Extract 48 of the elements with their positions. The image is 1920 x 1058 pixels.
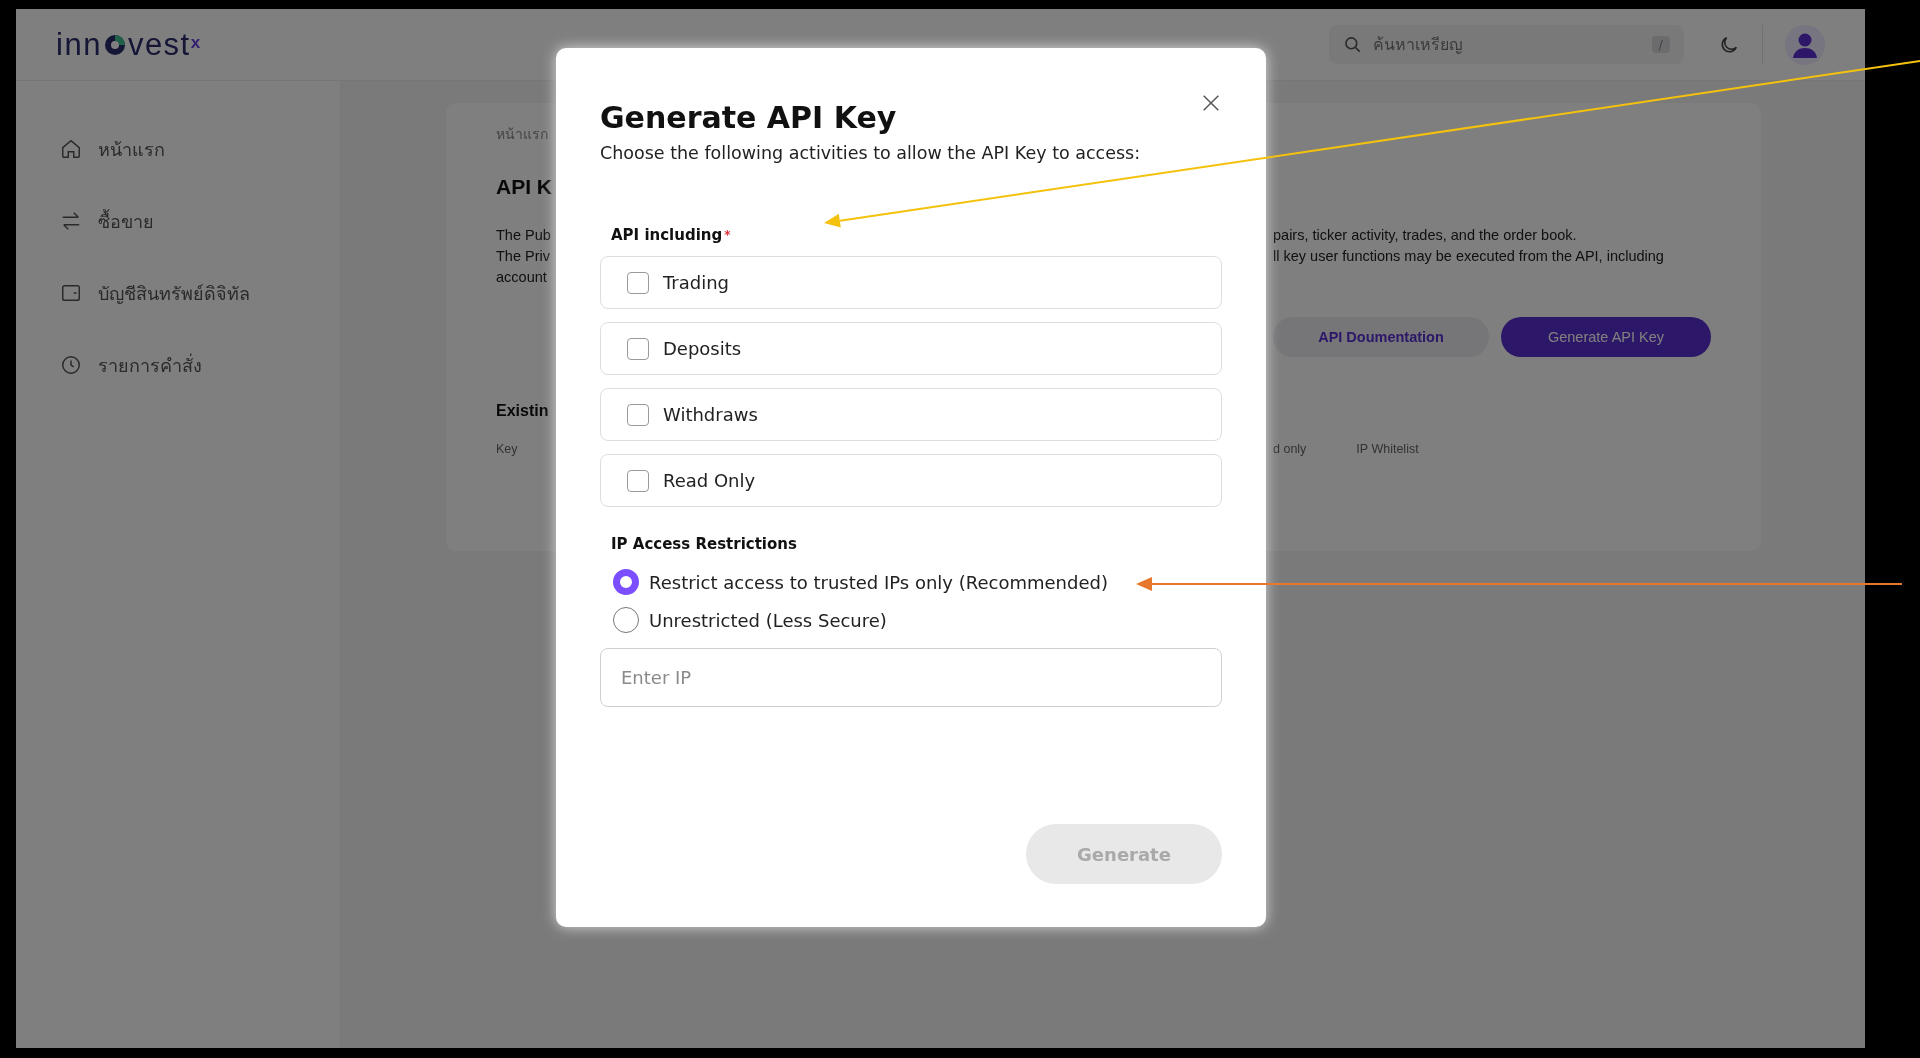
description-text: ll key user functions may be executed from the API, including	[1273, 247, 1664, 266]
required-mark: *	[724, 227, 731, 244]
logo-superscript: x	[190, 32, 202, 52]
option-card[interactable]: Trading	[600, 256, 1222, 309]
field-label: API including	[611, 225, 723, 245]
column-header: d only	[1273, 442, 1307, 456]
page-title: API K	[496, 175, 552, 199]
option-card[interactable]: Withdraws	[600, 388, 1222, 441]
description-text: The Priv	[496, 247, 550, 266]
option-card[interactable]: Read Only	[600, 454, 1222, 507]
avatar-icon[interactable]	[1785, 24, 1825, 65]
sidebar-item[interactable]: รายการคำสั่ง	[98, 350, 202, 380]
checkbox[interactable]	[627, 469, 649, 492]
search-icon	[1343, 34, 1363, 55]
column-header: Key	[496, 442, 518, 456]
generate-key-button[interactable]: Generate API Key	[1501, 317, 1711, 357]
radio-label[interactable]: Restrict access to trusted IPs only (Recommended)	[649, 571, 1108, 593]
checkbox[interactable]	[627, 271, 649, 294]
description-text: account	[496, 268, 547, 287]
wallet-icon	[60, 282, 82, 304]
documentation-button[interactable]: API Doumentation	[1273, 317, 1489, 357]
search-field[interactable]: ค้นหาเหรียญ /	[1329, 25, 1684, 64]
checkbox[interactable]	[627, 403, 649, 426]
ip-input-field[interactable]: Enter IP	[600, 648, 1222, 707]
logo-text: inn	[56, 26, 102, 63]
logo-mark-icon	[102, 32, 127, 57]
sidebar-item[interactable]: ซื้อขาย	[98, 206, 154, 236]
radio-label[interactable]: Unrestricted (Less Secure)	[649, 609, 887, 631]
swap-arrows-icon	[60, 210, 82, 232]
radio-button[interactable]	[613, 569, 639, 595]
dialog-title: Generate API Key	[600, 100, 897, 136]
search-input[interactable]: ค้นหาเหรียญ	[1371, 34, 1644, 55]
clock-icon	[60, 354, 82, 376]
checkbox[interactable]	[627, 337, 649, 360]
home-icon	[60, 138, 82, 160]
sidebar-item[interactable]: หน้าแรก	[98, 134, 165, 164]
sidebar-item[interactable]: บัญชีสินทรัพย์ดิจิทัล	[98, 278, 250, 308]
column-header: IP Whitelist	[1356, 442, 1419, 456]
description-text: The Pub	[496, 226, 551, 245]
shortcut-key: /	[1651, 36, 1670, 53]
section-title: Existin	[496, 402, 549, 420]
breadcrumb-link[interactable]: หน้าแรก	[496, 123, 548, 145]
radio-button[interactable]	[613, 607, 639, 633]
description-text: pairs, ticker activity, trades, and the order book.	[1273, 226, 1577, 245]
field-label: IP Access Restrictions	[611, 534, 797, 554]
logo-text: vest	[127, 26, 191, 63]
dialog-subtitle: Choose the following activities to allow the API Key to access:	[600, 142, 1142, 165]
option-card[interactable]: Deposits	[600, 322, 1222, 375]
